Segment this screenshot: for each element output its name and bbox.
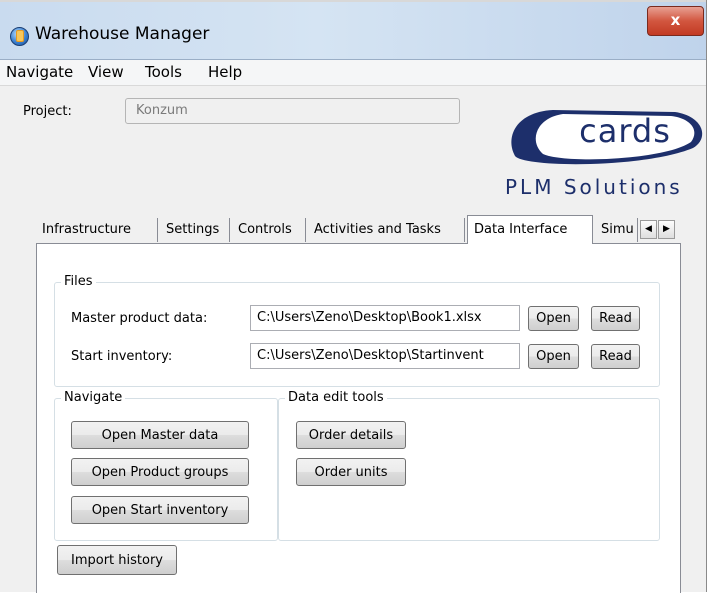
tab-simulation[interactable]: Simu	[595, 218, 638, 242]
files-group: Files Master product data: C:\Users\Zeno…	[54, 274, 660, 387]
close-button[interactable]: x	[647, 6, 704, 36]
menu-view[interactable]: View	[88, 63, 124, 81]
master-product-data-path[interactable]: C:\Users\Zeno\Desktop\Book1.xlsx	[250, 305, 520, 331]
data-edit-tools-group-title: Data edit tools	[285, 390, 387, 405]
start-inventory-read-button[interactable]: Read	[591, 344, 640, 369]
master-product-data-label: Master product data:	[71, 311, 208, 326]
open-master-data-button[interactable]: Open Master data	[71, 421, 249, 449]
order-details-button[interactable]: Order details	[296, 421, 406, 449]
app-window: Warehouse Manager x Navigate View Tools …	[0, 0, 707, 593]
start-inventory-open-button[interactable]: Open	[528, 344, 579, 369]
order-units-button[interactable]: Order units	[296, 458, 406, 486]
data-interface-panel: Files Master product data: C:\Users\Zeno…	[36, 243, 681, 593]
close-icon: x	[670, 11, 681, 29]
tab-infrastructure[interactable]: Infrastructure	[36, 218, 158, 242]
logo-word: cards	[579, 112, 671, 150]
project-label: Project:	[23, 104, 72, 119]
master-data-read-button[interactable]: Read	[591, 306, 640, 331]
project-field: Konzum	[125, 98, 460, 124]
logo-subtitle: PLM Solutions	[505, 175, 683, 199]
open-product-groups-button[interactable]: Open Product groups	[71, 458, 249, 486]
window-title: Warehouse Manager	[35, 24, 210, 44]
navigate-group: Navigate Open Master data Open Product g…	[54, 390, 278, 541]
tab-controls[interactable]: Controls	[232, 218, 306, 242]
start-inventory-label: Start inventory:	[71, 349, 173, 364]
menu-bar: Navigate View Tools Help	[0, 60, 706, 86]
files-group-title: Files	[61, 274, 96, 289]
app-icon	[10, 27, 29, 46]
title-bar[interactable]: Warehouse Manager x	[0, 2, 706, 60]
company-logo: cards PLM Solutions	[495, 108, 705, 199]
menu-tools[interactable]: Tools	[145, 63, 182, 81]
menu-help[interactable]: Help	[208, 63, 242, 81]
tab-data-interface[interactable]: Data Interface	[467, 215, 593, 244]
navigate-group-title: Navigate	[61, 390, 126, 405]
tab-settings[interactable]: Settings	[160, 218, 230, 242]
open-start-inventory-button[interactable]: Open Start inventory	[71, 496, 249, 524]
data-edit-tools-group: Data edit tools Order details Order unit…	[278, 390, 660, 541]
chevron-right-icon[interactable]: ▶	[658, 220, 675, 239]
import-history-button[interactable]: Import history	[57, 545, 177, 575]
tab-strip: Infrastructure Settings Controls Activit…	[36, 215, 701, 244]
chevron-left-icon[interactable]: ◀	[640, 220, 657, 239]
menu-navigate[interactable]: Navigate	[6, 63, 73, 81]
start-inventory-path[interactable]: C:\Users\Zeno\Desktop\Startinvent	[250, 343, 520, 369]
master-data-open-button[interactable]: Open	[528, 306, 579, 331]
tab-activities-and-tasks[interactable]: Activities and Tasks	[308, 218, 465, 242]
